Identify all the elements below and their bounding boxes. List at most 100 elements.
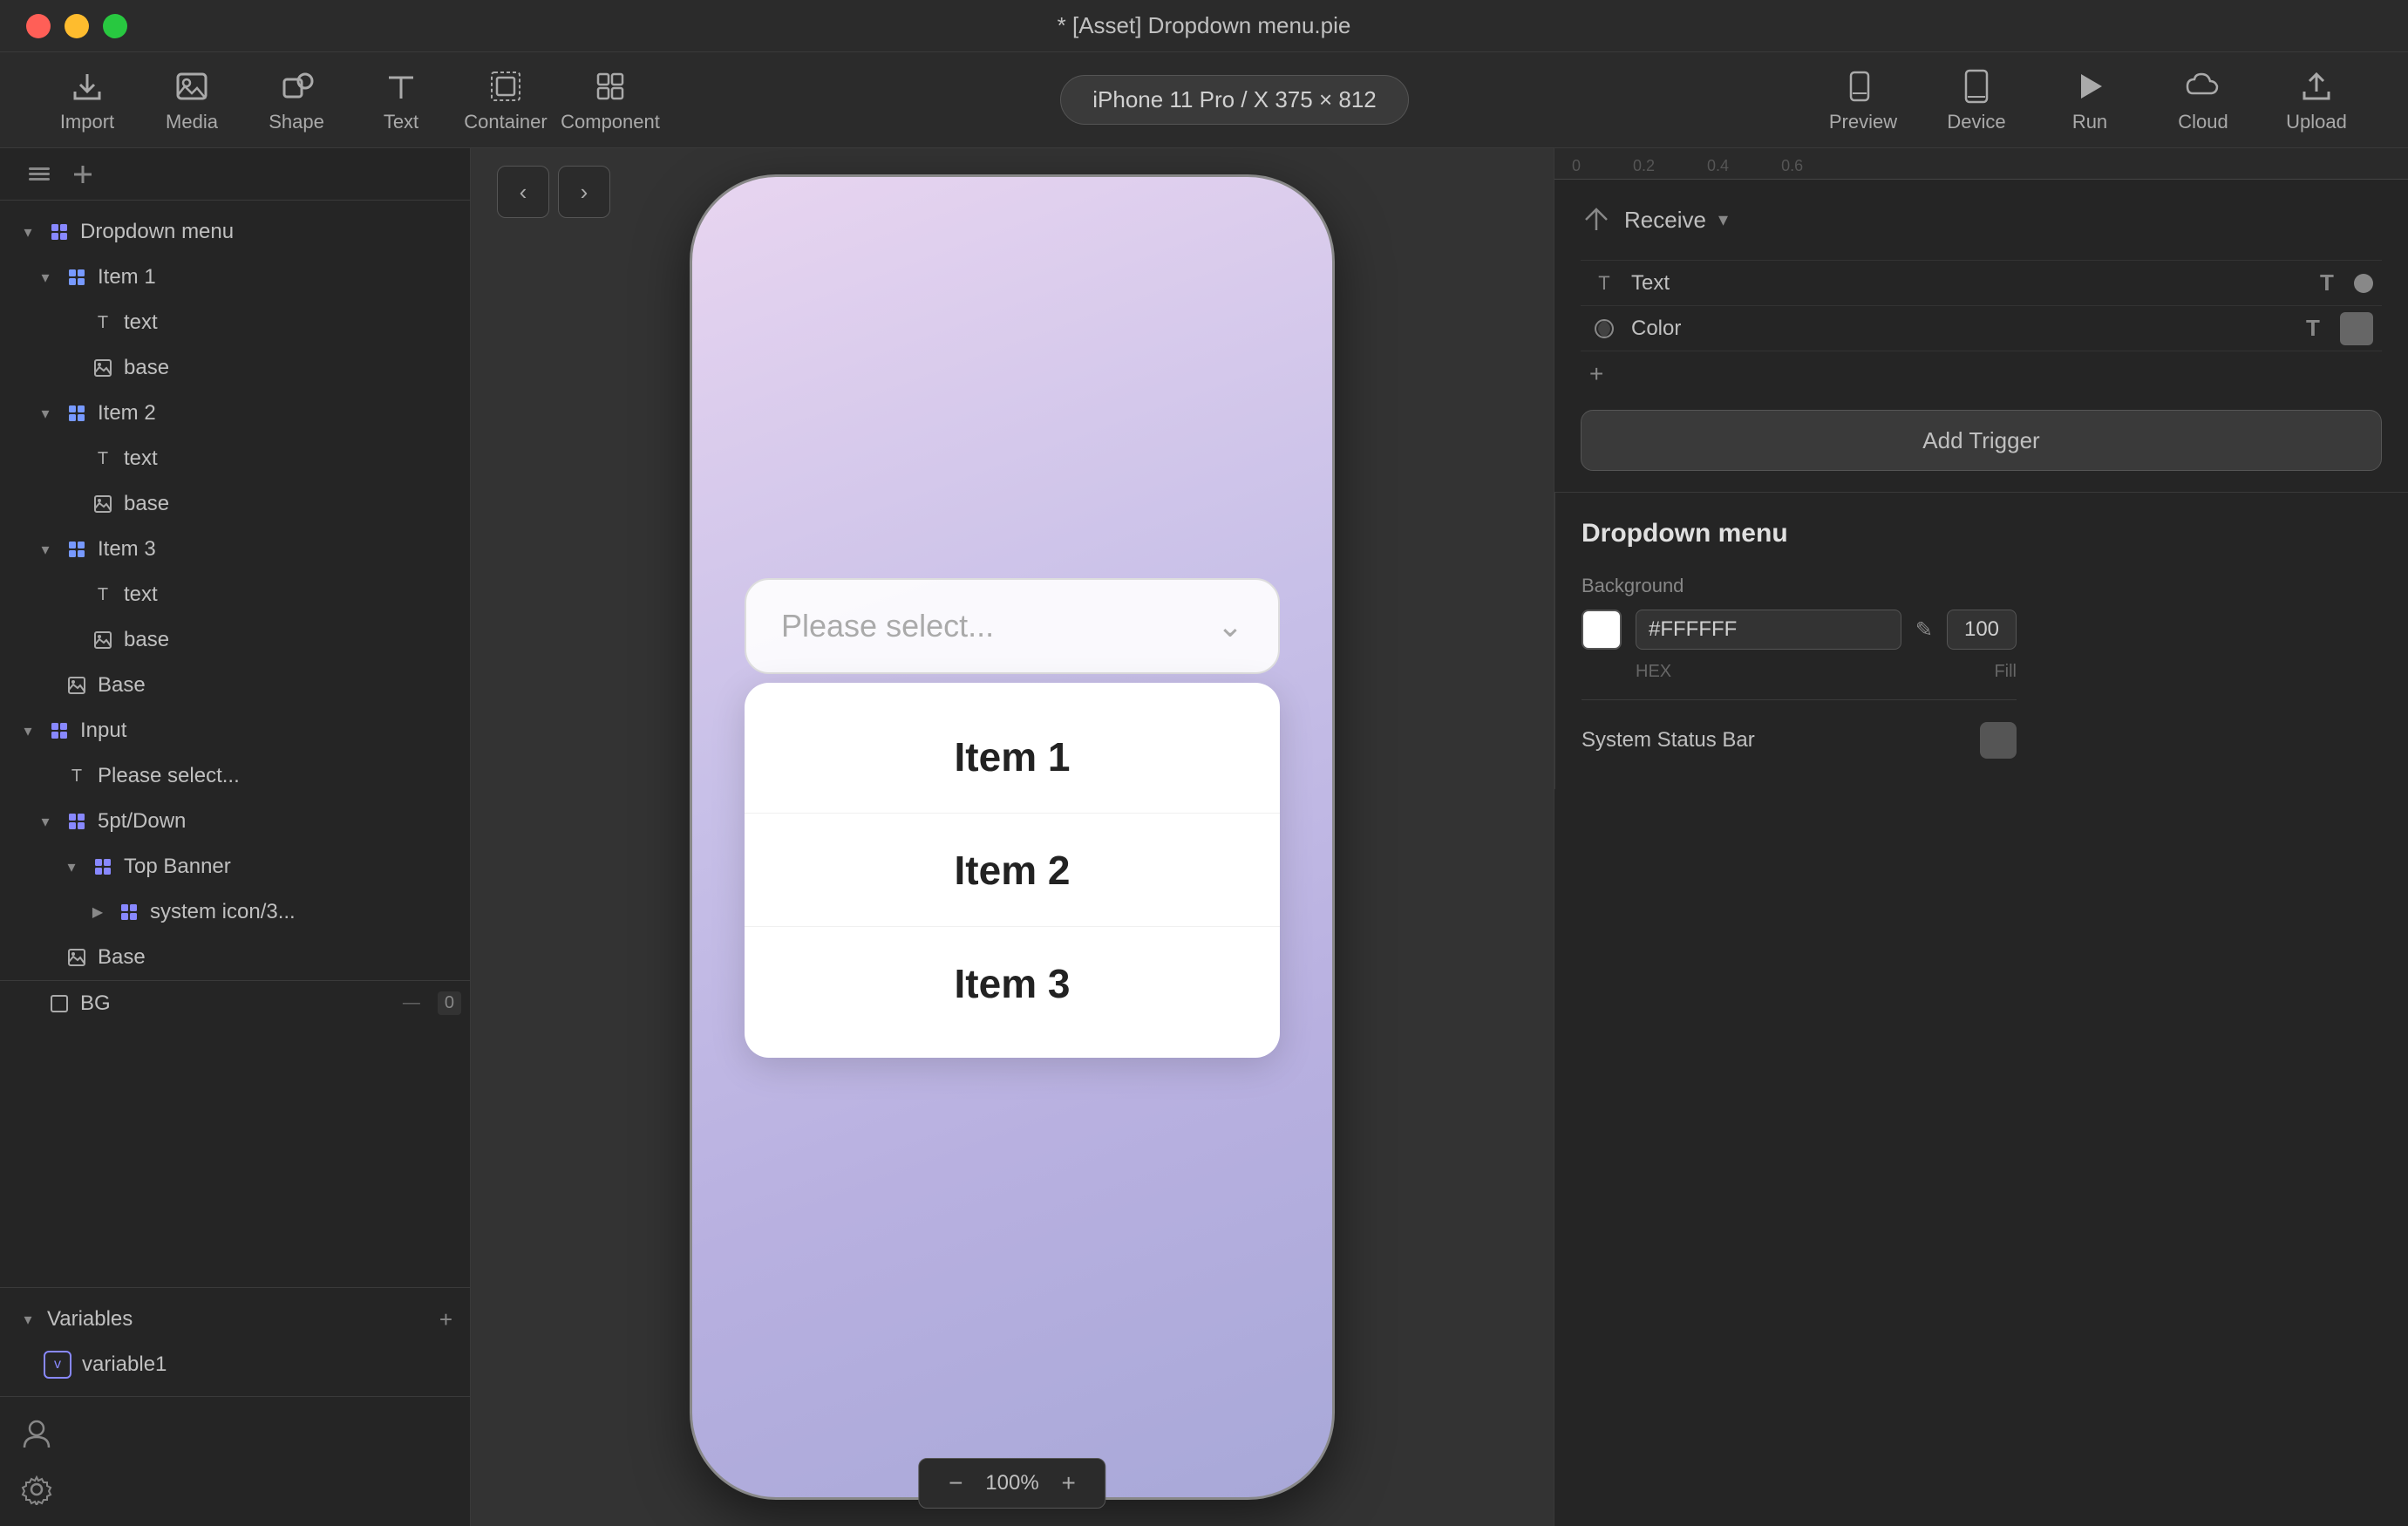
tree-item-item1-base[interactable]: base [0, 345, 470, 391]
receive-header: Receive ▾ [1581, 197, 2382, 242]
tree-item-item3[interactable]: ▾ Item 3 [0, 527, 470, 572]
settings-icon[interactable] [17, 1470, 56, 1509]
background-color-swatch[interactable] [1582, 610, 1622, 650]
text-button[interactable]: Text [349, 67, 453, 133]
import-button[interactable]: Import [35, 67, 139, 133]
preview-label: Preview [1829, 111, 1897, 133]
chevron-down-icon: ▾ [61, 856, 82, 877]
preview-icon [1844, 67, 1882, 106]
add-layer-button[interactable] [61, 153, 105, 196]
dropdown-trigger[interactable]: Please select... ⌄ [745, 578, 1280, 674]
layers-tree: ▾ Dropdown menu ▾ Item 1 T text [0, 201, 470, 1287]
item3-base-label: base [124, 628, 470, 652]
right-panels: 0 0.2 0.4 0.6 Receive ▾ T Text T [1554, 148, 2408, 1526]
maximize-button[interactable] [103, 14, 127, 38]
left-panel-bottom [0, 1396, 470, 1526]
tree-item-bg[interactable]: BG — 0 [0, 980, 470, 1025]
media-button[interactable]: Media [139, 67, 244, 133]
hex-input[interactable]: #FFFFFF [1636, 610, 1901, 650]
import-icon [68, 67, 106, 106]
upload-button[interactable]: Upload [2260, 67, 2373, 133]
tree-item-item3-text[interactable]: T text [0, 572, 470, 617]
close-button[interactable] [26, 14, 51, 38]
shape-icon [277, 67, 316, 106]
run-icon [2071, 67, 2109, 106]
dropdown-item-3[interactable]: Item 3 [745, 927, 1280, 1040]
canvas-nav: ‹ › [497, 166, 610, 218]
cloud-button[interactable]: Cloud [2146, 67, 2260, 133]
tree-item-5pt-down[interactable]: ▾ 5pt/Down [0, 799, 470, 844]
base-root-label: Base [98, 673, 470, 698]
minimize-button[interactable] [65, 14, 89, 38]
container-label: Container [464, 111, 547, 133]
group-icon [47, 220, 71, 244]
variables-header[interactable]: ▾ Variables + [0, 1297, 470, 1342]
layers-toggle[interactable] [17, 153, 61, 196]
dropdown-item-2[interactable]: Item 2 [745, 814, 1280, 927]
device-button[interactable]: Device [1920, 67, 2033, 133]
phone-frame: Please select... ⌄ Item 1 Item 2 Item 3 [690, 174, 1335, 1500]
zoom-in-button[interactable]: + [1053, 1468, 1085, 1499]
bg-label: BG [80, 991, 394, 1016]
opacity-input[interactable]: 100 [1947, 610, 2017, 650]
ruler-0-4: 0.4 [1707, 157, 1729, 175]
shape-button[interactable]: Shape [244, 67, 349, 133]
container-button[interactable]: Container [453, 67, 558, 133]
text-icon [382, 67, 420, 106]
properties-title: Dropdown menu [1582, 519, 2017, 548]
add-trigger-button[interactable]: Add Trigger [1581, 410, 2382, 471]
tree-item-base-input[interactable]: Base [0, 935, 470, 980]
tree-item-please-select[interactable]: T Please select... [0, 753, 470, 799]
add-variable-button[interactable]: + [439, 1306, 452, 1333]
tree-item-item1-text[interactable]: T text [0, 300, 470, 345]
device-selector[interactable]: iPhone 11 Pro / X 375 × 812 [1060, 75, 1408, 125]
dropdown-item-1[interactable]: Item 1 [745, 700, 1280, 814]
chevron-down-icon: ▾ [17, 221, 38, 242]
variable1-item[interactable]: v variable1 [0, 1342, 470, 1387]
receive-text-row: T Text T [1581, 260, 2382, 305]
canvas-area[interactable]: ‹ › Please select... ⌄ Item 1 Item 2 Ite… [471, 148, 1554, 1526]
receive-color-label: Color [1631, 317, 2286, 341]
receive-title: Receive [1624, 207, 1706, 234]
window-title: * [Asset] Dropdown menu.pie [1058, 12, 1351, 39]
preview-button[interactable]: Preview [1806, 67, 1920, 133]
spacer [61, 584, 82, 605]
system-status-toggle[interactable] [1980, 722, 2017, 759]
user-icon[interactable] [17, 1414, 56, 1453]
tree-item-item2-text[interactable]: T text [0, 436, 470, 481]
back-button[interactable]: ‹ [497, 166, 549, 218]
item1-text: Item 1 [955, 733, 1071, 780]
main-layout: ▾ Dropdown menu ▾ Item 1 T text [0, 148, 2408, 1526]
tree-item-item1[interactable]: ▾ Item 1 [0, 255, 470, 300]
variables-label: Variables [47, 1307, 133, 1332]
forward-button[interactable]: › [558, 166, 610, 218]
tree-item-item2-base[interactable]: base [0, 481, 470, 527]
upload-icon [2297, 67, 2336, 106]
tree-item-top-banner[interactable]: ▾ Top Banner [0, 844, 470, 889]
run-button[interactable]: Run [2033, 67, 2146, 133]
container-icon [486, 67, 525, 106]
variable1-label: variable1 [82, 1352, 167, 1377]
tree-item-input[interactable]: ▾ Input [0, 708, 470, 753]
spacer [61, 312, 82, 333]
receive-collapse[interactable]: ▾ [1718, 208, 1728, 231]
opacity-value: 100 [1964, 617, 1999, 642]
tree-item-system-icon[interactable]: ▶ system icon/3... [0, 889, 470, 935]
run-label: Run [2072, 111, 2107, 133]
spacer [61, 630, 82, 651]
zoom-out-button[interactable]: − [940, 1468, 971, 1499]
receive-panel: 0 0.2 0.4 0.6 Receive ▾ T Text T [1554, 148, 2408, 493]
component-button[interactable]: Component [558, 67, 663, 133]
tree-item-item2[interactable]: ▾ Item 2 [0, 391, 470, 436]
add-row-button[interactable]: + [1581, 351, 2382, 396]
text-icon: T [91, 446, 115, 471]
tree-item-item3-base[interactable]: base [0, 617, 470, 663]
import-label: Import [60, 111, 114, 133]
tree-item-base-root[interactable]: Base [0, 663, 470, 708]
edit-color-button[interactable]: ✎ [1915, 617, 1933, 643]
toolbar: Import Media Shape Text Container [0, 52, 2408, 148]
chevron-down-icon: ▾ [35, 811, 56, 832]
bg-hide-icon: — [403, 993, 420, 1013]
tree-item-dropdown-menu[interactable]: ▾ Dropdown menu [0, 209, 470, 255]
hex-value: #FFFFFF [1649, 617, 1737, 642]
